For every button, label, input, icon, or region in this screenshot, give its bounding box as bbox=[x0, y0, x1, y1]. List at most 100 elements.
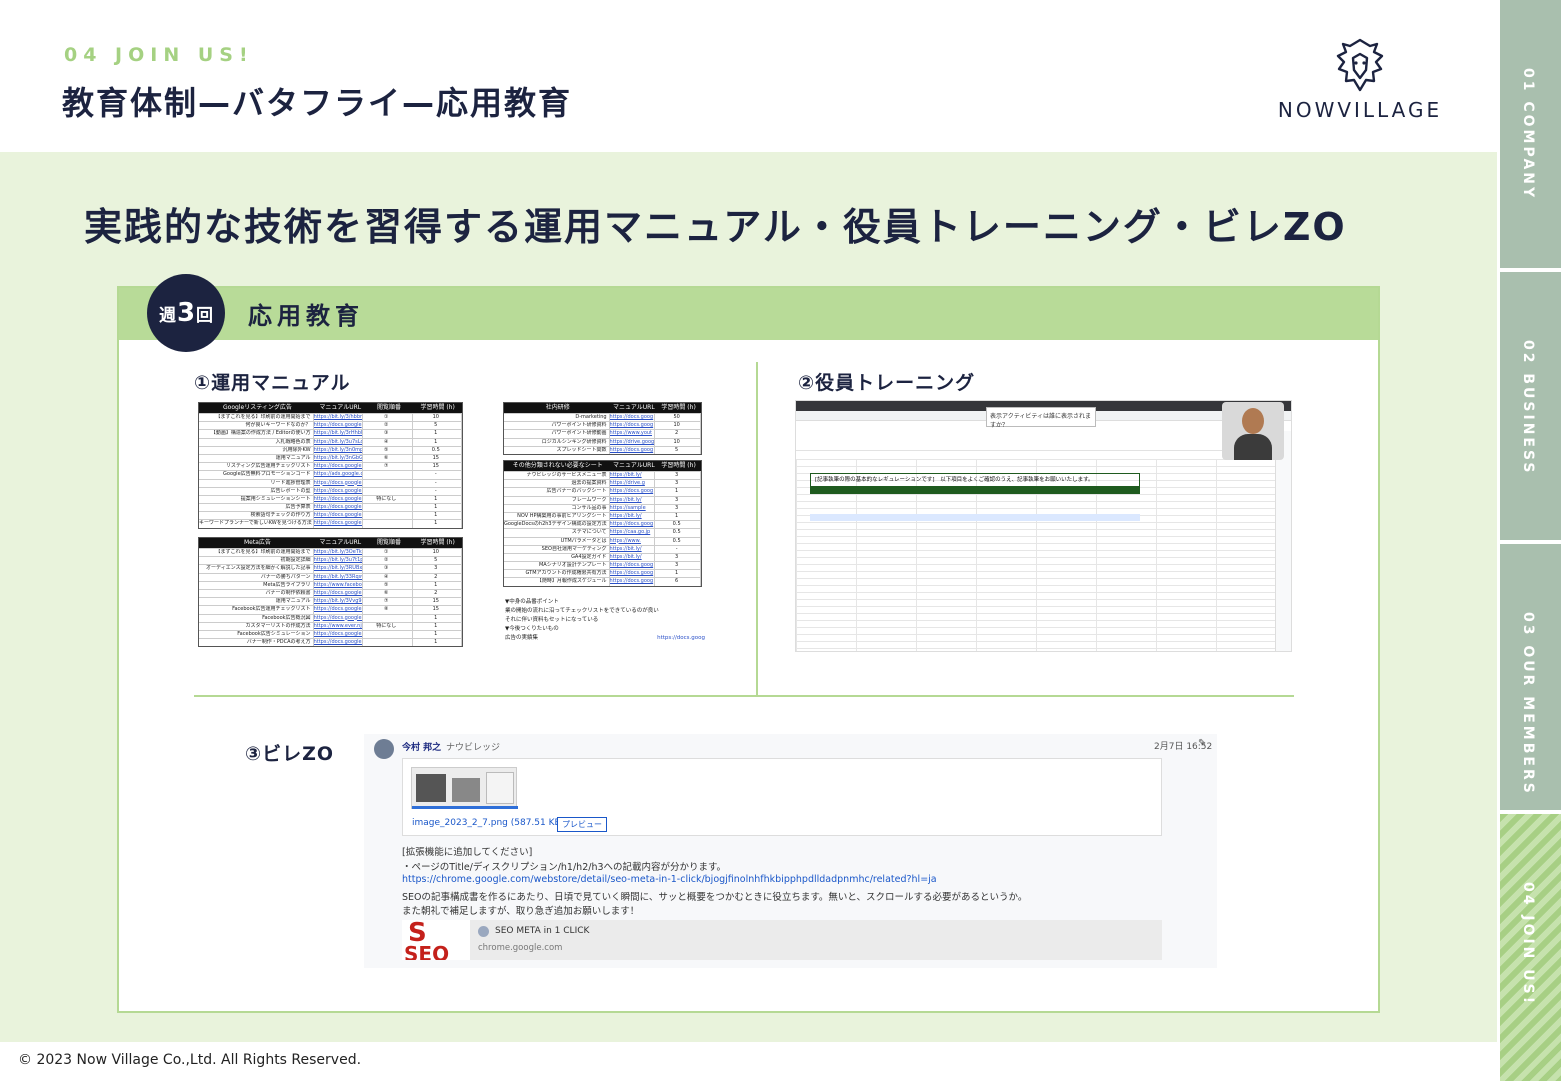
table-cell[interactable]: https://bit.ly/3rHhbNl bbox=[314, 430, 364, 438]
table-cell[interactable]: https://www.ever.njel bbox=[314, 622, 364, 630]
table-cell[interactable]: https://docs.goog bbox=[610, 446, 656, 454]
table-cell: ロジカルシンキング研修資料 bbox=[504, 438, 610, 446]
nav-label-company: 01 COMPANY bbox=[1520, 68, 1536, 201]
table-cell: ① bbox=[363, 414, 413, 422]
table-cell: 広告予算表 bbox=[199, 504, 314, 512]
table-cell[interactable]: https://bit.ly/3OeTkw bbox=[314, 549, 364, 557]
table-cell[interactable]: https://www. bbox=[610, 537, 656, 545]
table-cell: ④ bbox=[363, 573, 413, 581]
frequency-badge: 週 3 回 bbox=[147, 274, 225, 352]
table-cell[interactable]: https://docs.google.co bbox=[314, 606, 364, 614]
table-cell[interactable]: https://bit.ly/3n0mpgf bbox=[314, 446, 364, 454]
sender-name: 今村 邦之 bbox=[402, 743, 442, 753]
table-row: ナウビレッジのサービスメニュー表 https://bit.ly/3 bbox=[504, 471, 702, 480]
link-preview-card[interactable]: S SEO SEO META in 1 CLICK chrome.google.… bbox=[402, 920, 1162, 960]
file-attachment: image_2023_2_7.png (587.51 KB) プレビュー bbox=[402, 758, 1162, 836]
logo-wordmark: NOWVILLAGE bbox=[1277, 98, 1443, 122]
table-cell[interactable]: https://drive.goog bbox=[610, 438, 656, 446]
table-cell[interactable]: https://docs.google.co bbox=[314, 463, 364, 471]
training-section-label: ②役員トレーニング bbox=[798, 372, 976, 394]
note-line: ▼今後つくりたいもの bbox=[505, 626, 559, 632]
preview-button[interactable]: プレビュー bbox=[557, 817, 607, 832]
table-cell[interactable]: https://www.facebook bbox=[314, 581, 364, 589]
table-cell[interactable]: https://bit.ly/3Vvg9H bbox=[314, 598, 364, 606]
sheet-notes: ▼中身の品番ポイント 業の開始の流れに沿ってチェックリストをできているのが良い それ… bbox=[505, 598, 705, 643]
company-logo: NOWVILLAGE bbox=[1270, 36, 1450, 126]
table-cell: 2 bbox=[655, 430, 702, 438]
table-cell: 【まずこれを見る】印刷前の運用開始まで bbox=[199, 549, 314, 557]
table-cell[interactable]: https://bit.ly/ bbox=[610, 545, 656, 553]
table-cell[interactable]: https://bit.ly/3u7t1p bbox=[314, 557, 364, 565]
table-cell[interactable]: https://bit.ly/ bbox=[610, 496, 656, 504]
table-cell bbox=[363, 630, 413, 639]
sheet-header-cell: 閲覧順番 bbox=[376, 404, 401, 411]
table-cell[interactable]: https://docs.goog bbox=[610, 562, 656, 570]
nav-tab-company[interactable]: 01 COMPANY bbox=[1500, 0, 1561, 268]
table-cell[interactable]: https://bit.ly/ bbox=[610, 553, 656, 562]
table-cell[interactable]: https://docs.goog bbox=[610, 578, 656, 586]
table-cell[interactable]: https://www.yout bbox=[610, 430, 656, 438]
table-cell: 1 bbox=[655, 488, 702, 496]
nav-tab-join-us[interactable]: 04 JOIN US! bbox=[1500, 814, 1561, 1081]
table-cell[interactable]: https://bit.ly/3RUBxQc bbox=[314, 565, 364, 573]
sheet-header-cell: 学習時間 (h) bbox=[661, 462, 696, 469]
table-cell[interactable]: https://bit.ly/ bbox=[610, 512, 656, 521]
table-cell[interactable]: https://docs.goog bbox=[610, 414, 656, 422]
table-cell[interactable]: https://drive.g bbox=[610, 480, 656, 488]
table-cell[interactable]: https://docs.google.co bbox=[314, 479, 364, 487]
seo-thumbnail-word: SEO bbox=[404, 942, 450, 960]
extension-link[interactable]: https://chrome.google.com/webstore/detai… bbox=[402, 874, 937, 885]
table-cell[interactable]: https://sample bbox=[610, 504, 656, 512]
nav-tab-business[interactable]: 02 BUSINESS bbox=[1500, 272, 1561, 540]
table-cell[interactable]: https://docs.google.co bbox=[314, 520, 364, 528]
table-cell[interactable]: https://docs.google.co bbox=[314, 639, 364, 647]
table-cell[interactable]: https://bit.ly/3nGbGf bbox=[314, 454, 364, 463]
table-cell[interactable]: https://docs.goog bbox=[610, 521, 656, 529]
other-sheets-list: その他分類されない必要なシート マニュアルURL 学習時間 (h) ナウビレッジのサー… bbox=[503, 460, 702, 587]
table-cell[interactable]: https://ads.google.co bbox=[314, 471, 364, 479]
table-cell: Facebook広告概況図 bbox=[199, 614, 314, 622]
table-cell[interactable]: https://docs.google.co bbox=[314, 504, 364, 512]
table-cell[interactable]: https://bit.ly/33RqswA bbox=[314, 573, 364, 581]
table-cell[interactable]: https://docs.goog bbox=[610, 422, 656, 430]
table-cell bbox=[363, 504, 413, 512]
sheet-header-cell: 学習時間 (h) bbox=[420, 539, 455, 546]
table-cell[interactable]: https://docs.google.co bbox=[314, 614, 364, 622]
table-cell: 1 bbox=[413, 520, 463, 528]
attachment-filename[interactable]: image_2023_2_7.png (587.51 KB) bbox=[412, 818, 564, 828]
table-cell[interactable]: https://docs.google.co bbox=[314, 487, 364, 495]
lion-icon bbox=[1336, 38, 1384, 92]
table-cell: 2 bbox=[413, 573, 463, 581]
table-cell[interactable]: https://docs.goog bbox=[610, 488, 656, 496]
table-cell[interactable]: https://bit.ly/3/hbbn bbox=[314, 414, 364, 422]
table-cell: ⑤ bbox=[363, 446, 413, 454]
badge-prefix: 週 bbox=[158, 305, 176, 326]
table-cell: 何が良いキーワードなのか？ bbox=[199, 422, 314, 430]
table-cell[interactable]: https://docs.google.co bbox=[314, 630, 364, 639]
sheet-header-cell: マニュアルURL bbox=[319, 404, 362, 411]
pencil-icon[interactable]: ✎ bbox=[1198, 738, 1206, 749]
table-row: 汎用除外KW https://bit.ly/3n0mpgf ⑤ 0.5 bbox=[199, 445, 463, 454]
slide-headline: 実践的な技術を習得する運用マニュアル・役員トレーニング・ビレZO bbox=[84, 205, 1347, 249]
table-row: リスティング広告運用チェックリストhttps://docs.google.co⑦… bbox=[199, 462, 463, 471]
table-cell[interactable]: https://docs.goog bbox=[610, 570, 656, 578]
sheet-header-cell: 社内研修 bbox=[545, 404, 570, 411]
sheet-selected-row bbox=[810, 514, 1140, 521]
table-cell[interactable]: https://caa.go.jp bbox=[610, 529, 656, 537]
nav-tab-members[interactable]: 03 OUR MEMBERS bbox=[1500, 544, 1561, 810]
table-cell[interactable]: https://docs.google.co bbox=[314, 495, 364, 504]
table-row: D-marketing https://docs.goog 50 bbox=[504, 413, 702, 422]
table-cell: ④ bbox=[363, 438, 413, 446]
table-cell: スプレッドシート関数 bbox=[504, 446, 610, 454]
table-cell: 5 bbox=[655, 446, 702, 454]
table-cell[interactable]: https://docs.google bbox=[314, 422, 364, 430]
table-cell[interactable]: https://bit.ly/3u7sLdI bbox=[314, 438, 364, 446]
table-cell[interactable]: https://docs.google.co bbox=[314, 589, 364, 598]
nav-label-join-us: 04 JOIN US! bbox=[1520, 882, 1536, 1007]
table-cell[interactable]: https://bit.ly/ bbox=[610, 472, 656, 480]
table-cell[interactable]: https://docs.google.co bbox=[314, 512, 364, 520]
table-cell: 10 bbox=[413, 549, 463, 557]
table-cell: Facebook広告シミュレーション bbox=[199, 630, 314, 639]
table-cell: 3 bbox=[655, 562, 702, 570]
attachment-thumbnail[interactable] bbox=[411, 767, 518, 809]
